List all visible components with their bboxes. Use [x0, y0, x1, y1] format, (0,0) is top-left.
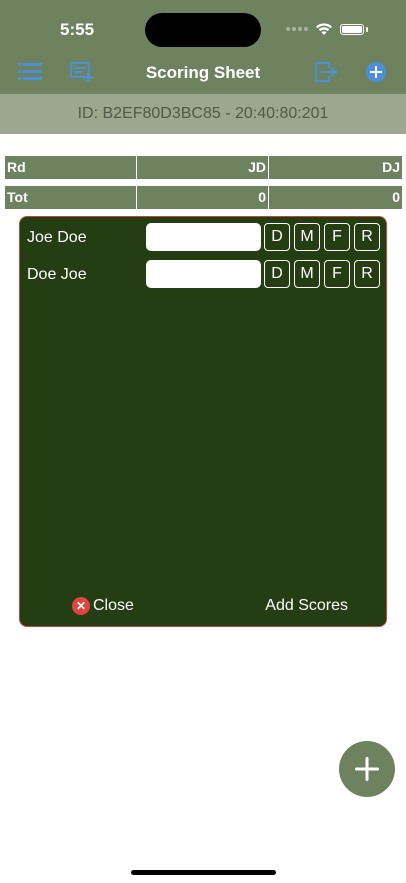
status-time: 5:55: [60, 20, 95, 39]
close-label: Close: [93, 597, 134, 614]
close-button[interactable]: ✕ Close: [72, 597, 134, 615]
total-label: Tot: [5, 186, 137, 209]
f-button[interactable]: F: [324, 260, 350, 288]
player-row: Doe Joe D M F R: [20, 260, 388, 290]
f-button[interactable]: F: [324, 223, 350, 251]
total-player-2: 0: [392, 189, 400, 205]
m-button[interactable]: M: [294, 260, 320, 288]
table-total-row: Tot 0 0: [5, 186, 402, 209]
wifi-icon: [316, 23, 332, 35]
player-name: Doe Joe: [27, 266, 87, 283]
r-button[interactable]: R: [354, 223, 380, 251]
total-player-1: 0: [137, 186, 269, 209]
add-circle-icon[interactable]: [364, 61, 388, 83]
battery-icon: [340, 23, 364, 35]
player-name: Joe Doe: [27, 229, 87, 246]
score-input[interactable]: [146, 260, 261, 288]
m-button[interactable]: M: [294, 223, 320, 251]
add-scores-dialog: Joe Doe D M F R Doe Joe D M F R ✕ Close …: [19, 216, 387, 627]
session-id-bar: ID: B2EF80D3BC85 - 20:40:80:201: [0, 94, 406, 134]
header-player-2: DJ: [382, 159, 400, 175]
score-input[interactable]: [146, 223, 261, 251]
cellular-signal-icon: [286, 27, 308, 31]
header-round: Rd: [5, 156, 137, 179]
add-scores-button[interactable]: Add Scores: [265, 597, 348, 615]
top-bar: 5:55 Scoring Sheet: [0, 0, 406, 94]
home-indicator: [131, 870, 276, 875]
r-button[interactable]: R: [354, 260, 380, 288]
dynamic-island: [145, 13, 261, 47]
header-player-1: JD: [137, 156, 269, 179]
close-icon: ✕: [72, 597, 90, 615]
d-button[interactable]: D: [264, 260, 290, 288]
page-title: Scoring Sheet: [145, 63, 261, 82]
exit-icon[interactable]: [314, 61, 338, 83]
d-button[interactable]: D: [264, 223, 290, 251]
status-indicators: [286, 22, 368, 36]
player-row: Joe Doe D M F R: [20, 223, 388, 253]
plus-icon: [355, 757, 379, 781]
add-fab-button[interactable]: [339, 741, 395, 797]
table-header-row: Rd JD DJ: [5, 156, 402, 179]
